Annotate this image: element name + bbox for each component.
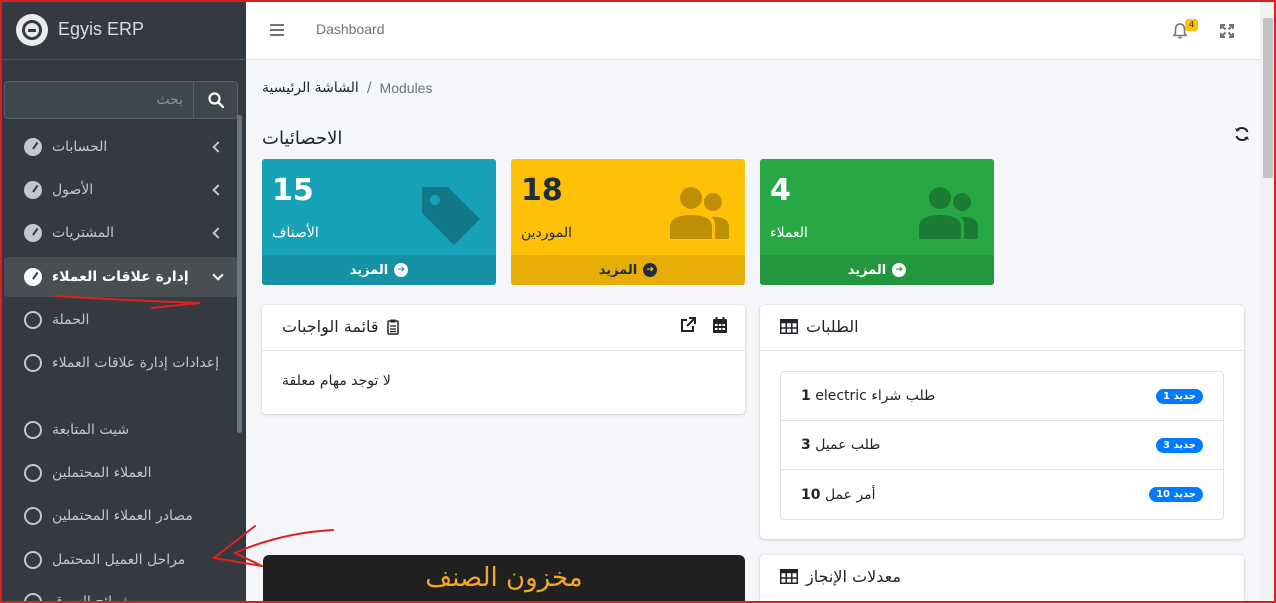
stat-more-link[interactable]: المزيد ➜ (760, 255, 994, 285)
list-item[interactable]: 1 electric طلب شراء جديد 1 (781, 372, 1223, 421)
table-icon (780, 569, 798, 584)
circle-icon (24, 551, 42, 569)
dashboard-link[interactable]: Dashboard (316, 21, 385, 37)
empty-tasks-text: لا توجد مهام معلقة (282, 373, 391, 389)
search-input[interactable] (4, 81, 193, 119)
chevron-left-icon (212, 141, 224, 153)
stat-more-link[interactable]: المزيد ➜ (262, 255, 496, 285)
arrow-circle-right-icon: ➜ (892, 263, 907, 277)
annotation-tooltip: مخزون الصنف (263, 555, 745, 603)
stat-label: الأصناف (272, 225, 319, 241)
external-link-icon[interactable] (680, 317, 696, 333)
new-badge: جديد 1 (1156, 388, 1203, 404)
stat-more-link[interactable]: المزيد ➜ (511, 255, 745, 285)
users-icon (670, 187, 729, 239)
tachometer-icon (24, 268, 42, 286)
card-title: الطلبات (806, 317, 859, 336)
stat-value: 18 (521, 173, 563, 208)
circle-icon (24, 354, 42, 372)
menu-toggle-icon[interactable] (270, 24, 284, 39)
page-scrollbar-thumb[interactable] (1263, 18, 1273, 178)
stat-label: الموردين (521, 225, 573, 241)
stat-label: العملاء (770, 225, 808, 241)
search-icon (207, 92, 224, 108)
search-button[interactable] (193, 81, 238, 119)
sidebar: Egyis ERP الحسابات الأصول المشتريات إدار… (0, 0, 246, 603)
sidebar-item-label: إدارة علاقات العملاء (52, 269, 189, 285)
arrow-circle-right-icon: ➜ (643, 263, 658, 277)
sidebar-subitem-campaign[interactable]: الحملة (20, 308, 230, 332)
breadcrumb-home-link[interactable]: الشاشة الرئيسية (262, 80, 359, 96)
list-item[interactable]: 10 أمر عمل جديد 10 (781, 470, 1223, 519)
chevron-left-icon (212, 227, 224, 239)
table-icon (780, 319, 798, 334)
sidebar-item-label: الحسابات (52, 139, 108, 155)
order-text: طلب عميل (815, 437, 881, 453)
arrow-circle-right-icon: ➜ (394, 263, 409, 277)
stat-value: 4 (770, 173, 791, 208)
new-badge: جديد 3 (1156, 437, 1203, 453)
brand-logo-icon (16, 13, 48, 46)
orders-list: 1 electric طلب شراء جديد 1 3 طلب عميل جد… (780, 371, 1224, 520)
circle-icon (24, 464, 42, 482)
sidebar-subitem-lead-stages[interactable]: مراحل العميل المحتمل (20, 548, 230, 572)
fullscreen-icon[interactable] (1220, 24, 1234, 38)
tachometer-icon (24, 224, 42, 242)
clipboard-list-icon (386, 319, 399, 335)
card-title: معدلات الإنجاز (806, 567, 901, 586)
circle-icon (24, 421, 42, 439)
tachometer-icon (24, 181, 42, 199)
circle-icon (24, 507, 42, 525)
brand-title: Egyis ERP (58, 19, 145, 39)
refresh-icon[interactable] (1234, 126, 1250, 142)
sidebar-item-label: المشتريات (52, 225, 115, 241)
users-icon (919, 187, 978, 239)
order-text: electric طلب شراء (815, 388, 936, 404)
chevron-left-icon (212, 184, 224, 196)
stat-box-suppliers: 18 الموردين المزيد ➜ (511, 159, 745, 285)
card-header: قائمة الواجبات (262, 305, 745, 351)
sidebar-subitem-market-segments[interactable]: شرائح السوق (20, 590, 230, 603)
sidebar-scrollbar[interactable] (237, 115, 242, 433)
order-count: 3 (801, 437, 811, 453)
orders-card: الطلبات 1 electric طلب شراء جديد 1 3 طلب… (760, 305, 1244, 539)
stat-value: 15 (272, 173, 314, 208)
sidebar-item-purchases[interactable]: المشتريات (4, 213, 238, 253)
new-badge: جديد 10 (1149, 487, 1203, 502)
sidebar-item-accounts[interactable]: الحسابات (4, 127, 238, 167)
stat-box-customers: 4 العملاء المزيد ➜ (760, 159, 994, 285)
notification-badge: 4 (1185, 19, 1198, 31)
tags-icon (422, 187, 480, 245)
card-title: قائمة الواجبات (282, 317, 379, 336)
completion-card: معدلات الإنجاز (760, 555, 1244, 603)
breadcrumb-current: Modules (379, 80, 433, 96)
circle-icon (24, 311, 42, 329)
sidebar-subitem-crm-settings[interactable]: إعدادات إدارة علاقات العملاء (20, 351, 230, 375)
order-count: 10 (801, 486, 821, 503)
order-count: 1 (801, 388, 811, 404)
order-text: أمر عمل (824, 486, 876, 503)
breadcrumb-separator: / (366, 80, 372, 96)
sidebar-subitem-lead-sources[interactable]: مصادر العملاء المحتملين (20, 504, 230, 528)
sidebar-search (4, 81, 238, 119)
sidebar-subitem-followup-sheet[interactable]: شيت المتابعة (20, 418, 230, 442)
tooltip-text: مخزون الصنف (425, 563, 583, 593)
top-navbar: Dashboard 4 (246, 0, 1260, 60)
tasks-card: قائمة الواجبات لا توجد مهام معلقة (262, 305, 745, 414)
circle-icon (24, 593, 42, 603)
brand[interactable]: Egyis ERP (0, 0, 246, 60)
sidebar-item-label: الأصول (52, 182, 94, 198)
tachometer-icon (24, 138, 42, 156)
sidebar-item-assets[interactable]: الأصول (4, 170, 238, 210)
chevron-down-icon (212, 268, 224, 281)
sidebar-subitem-leads[interactable]: العملاء المحتملين (20, 461, 230, 485)
card-header: الطلبات (760, 305, 1244, 351)
stats-title: الاحصائيات (262, 128, 343, 149)
calendar-icon[interactable] (713, 317, 727, 333)
list-item[interactable]: 3 طلب عميل جديد 3 (781, 421, 1223, 470)
stat-box-items: 15 الأصناف المزيد ➜ (262, 159, 496, 285)
sidebar-item-crm[interactable]: إدارة علاقات العملاء (4, 257, 238, 297)
